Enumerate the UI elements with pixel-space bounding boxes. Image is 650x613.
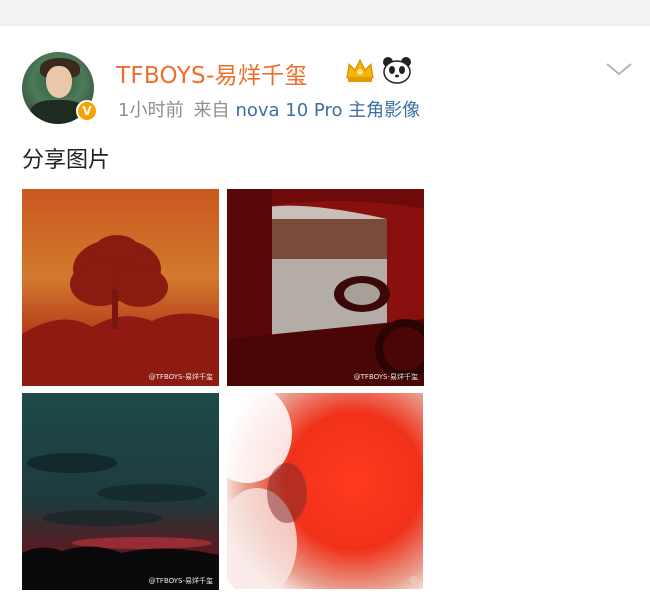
post-text: 分享图片 xyxy=(22,148,111,173)
panda-icon xyxy=(383,57,411,84)
post-meta: 1小时前 来自 nova 10 Pro 主角影像 xyxy=(118,96,420,122)
photo-watermark: @TFBOYS-易烊千玺 xyxy=(353,373,418,381)
evening-sky-photo[interactable]: @TFBOYS-易烊千玺 xyxy=(22,393,219,590)
device-link[interactable]: nova 10 Pro 主角影像 xyxy=(235,100,420,121)
post-time: 1小时前 xyxy=(118,100,184,121)
photo-watermark: @TFBOYS-易烊千玺 xyxy=(148,577,213,585)
photo-watermark: @TFBOYS-易烊千玺 xyxy=(148,373,213,381)
username[interactable]: TFBOYS-易烊千玺 xyxy=(116,56,308,90)
red-blur-photo[interactable]: ◎ xyxy=(227,393,423,589)
chevron-down-icon[interactable] xyxy=(604,58,634,80)
avatar-face xyxy=(46,66,72,98)
crown-icon xyxy=(346,58,374,82)
weibo-logo-icon: ◎ xyxy=(409,575,417,585)
top-bar xyxy=(0,0,650,26)
car-window-photo[interactable]: @TFBOYS-易烊千玺 xyxy=(227,189,424,386)
tree-silhouette-photo[interactable]: @TFBOYS-易烊千玺 xyxy=(22,189,219,386)
from-label: 来自 xyxy=(193,100,230,121)
verified-badge: V xyxy=(76,100,98,122)
